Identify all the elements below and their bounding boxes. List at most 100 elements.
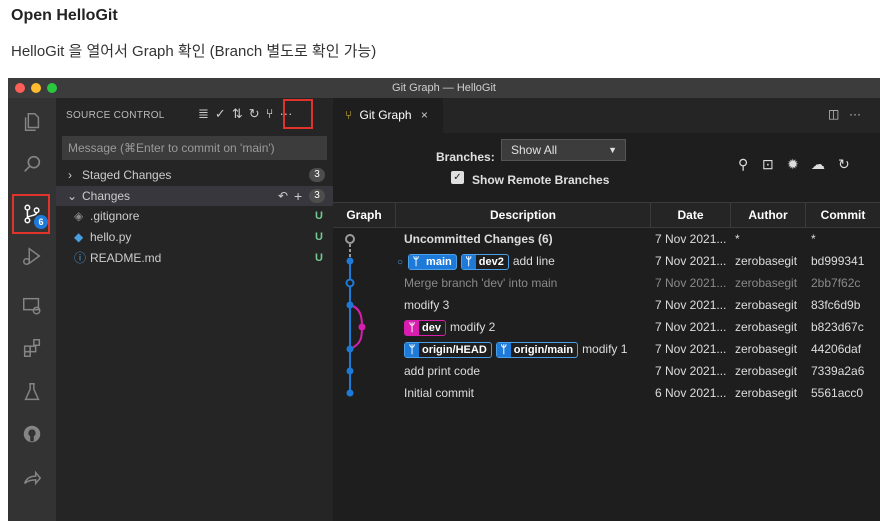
- branches-label: Branches:: [436, 150, 495, 164]
- table-row[interactable]: Initial commit 6 Nov 2021... zerobasegit…: [333, 382, 880, 404]
- commit-hash: *: [811, 232, 816, 246]
- description: add line: [512, 254, 555, 268]
- git-graph-icon[interactable]: ⑂: [266, 106, 274, 122]
- description: Uncommitted Changes (6): [404, 232, 553, 246]
- author: zerobasegit: [735, 386, 798, 400]
- description: Merge branch 'dev' into main: [404, 276, 558, 290]
- refresh-icon[interactable]: ↻: [249, 106, 260, 122]
- remote-explorer-icon[interactable]: [8, 288, 56, 324]
- extensions-icon[interactable]: [8, 330, 56, 366]
- ref-name: main: [426, 255, 452, 268]
- source-control-highlight: [12, 194, 50, 234]
- activity-bar: 6: [8, 98, 56, 521]
- changes-count-badge: 3: [309, 189, 325, 203]
- date: 7 Nov 2021...: [655, 342, 727, 356]
- stage-all-icon[interactable]: +: [294, 186, 302, 206]
- python-file-icon: ◆: [74, 230, 84, 244]
- window-title: Git Graph — HelloGit: [392, 82, 496, 94]
- commit-hash: 2bb7f62c: [811, 276, 861, 290]
- author: zerobasegit: [735, 342, 798, 356]
- commit-check-icon[interactable]: ✓: [215, 106, 226, 122]
- table-row[interactable]: modify 3 7 Nov 2021... zerobasegit 83fc6…: [333, 294, 880, 316]
- find-icon[interactable]: ⚲: [738, 156, 748, 173]
- commit-hash: 83fc6d9b: [811, 298, 861, 312]
- pull-request-icon[interactable]: ⇅: [232, 106, 243, 122]
- date: 7 Nov 2021...: [655, 232, 727, 246]
- commit-hash: bd999341: [811, 254, 865, 268]
- date: 6 Nov 2021...: [655, 386, 727, 400]
- file-name: hello.py: [90, 230, 132, 244]
- title-bar: Git Graph — HelloGit: [8, 78, 880, 98]
- table-row[interactable]: Merge branch 'dev' into main 7 Nov 2021.…: [333, 272, 880, 294]
- testing-icon[interactable]: [8, 374, 56, 410]
- author: zerobasegit: [735, 298, 798, 312]
- author: zerobasegit: [735, 320, 798, 334]
- head-indicator-icon: ○: [397, 257, 404, 268]
- table-row[interactable]: add print code 7 Nov 2021... zerobasegit…: [333, 360, 880, 382]
- run-debug-icon[interactable]: [8, 238, 56, 274]
- refresh-icon[interactable]: ↻: [838, 156, 850, 173]
- git-graph-button-highlight: [283, 99, 313, 129]
- author: zerobasegit: [735, 364, 798, 378]
- commit-message-input[interactable]: Message (⌘Enter to commit on 'main'): [62, 136, 327, 160]
- commit-hash: b823d67c: [811, 320, 864, 334]
- staged-changes-header[interactable]: › Staged Changes 3: [56, 165, 333, 185]
- file-status: U: [315, 231, 323, 243]
- settings-icon[interactable]: ✹: [787, 156, 799, 173]
- description: add print code: [404, 364, 481, 378]
- maximize-window-button[interactable]: [47, 83, 57, 93]
- tab-git-graph[interactable]: ⑂ Git Graph ×: [333, 98, 443, 133]
- file-status: U: [315, 210, 323, 222]
- sidebar-title: SOURCE CONTROL: [66, 110, 165, 121]
- ref-list: ᛘ dev modify 2: [404, 316, 495, 338]
- column-header-commit: Commit: [820, 208, 866, 222]
- branch-icon: ᛘ: [496, 342, 511, 357]
- branch-ref-dev2[interactable]: ᛘ dev2: [460, 253, 509, 270]
- table-row[interactable]: ᛘ origin/HEAD ᛘ origin/main modify 1 7 Nov 2…: [333, 338, 880, 360]
- file-item-readme[interactable]: ⓘ README.md U: [56, 248, 333, 268]
- branch-icon: ᛘ: [405, 320, 419, 335]
- file-item-gitignore[interactable]: ◈ .gitignore U: [56, 206, 333, 226]
- page-heading: Open HelloGit: [11, 7, 118, 24]
- staged-changes-label: Staged Changes: [82, 168, 172, 182]
- remote-ref-origin-head[interactable]: ᛘ origin/HEAD: [404, 341, 492, 358]
- view-as-tree-icon[interactable]: ≣: [198, 106, 209, 122]
- fetch-icon[interactable]: ☁: [811, 156, 825, 173]
- close-window-button[interactable]: [15, 83, 25, 93]
- split-editor-icon[interactable]: ◫: [828, 107, 839, 121]
- table-row[interactable]: Uncommitted Changes (6) 7 Nov 2021... * …: [333, 228, 880, 250]
- ref-list: ᛘ origin/HEAD ᛘ origin/main modify 1: [404, 338, 627, 360]
- terminal-icon[interactable]: ⊡: [762, 156, 774, 173]
- date: 7 Nov 2021...: [655, 320, 727, 334]
- tab-label: Git Graph: [359, 108, 412, 122]
- file-item-hello-py[interactable]: ◆ hello.py U: [56, 227, 333, 247]
- github-icon[interactable]: [8, 416, 56, 452]
- branch-ref-main[interactable]: ᛘ main: [408, 253, 457, 270]
- remote-branches-label: Show Remote Branches: [472, 173, 610, 187]
- minimize-window-button[interactable]: [31, 83, 41, 93]
- author: zerobasegit: [735, 276, 798, 290]
- gitignore-file-icon: ◈: [74, 209, 84, 223]
- close-tab-icon[interactable]: ×: [421, 108, 428, 122]
- branch-icon: ᛘ: [461, 254, 476, 269]
- table-row[interactable]: ○ ᛘ main ᛘ dev2 add line 7 Nov 2021... zeroba…: [333, 250, 880, 272]
- editor-more-icon[interactable]: ···: [849, 107, 861, 121]
- staged-count-badge: 3: [309, 168, 325, 182]
- column-header-graph: Graph: [333, 203, 396, 228]
- changes-header[interactable]: ⌄ Changes ↶ + 3: [56, 186, 333, 206]
- discard-all-icon[interactable]: ↶: [278, 186, 288, 206]
- branch-ref-dev[interactable]: ᛘ dev: [404, 319, 446, 336]
- description: modify 1: [582, 342, 628, 356]
- branches-select[interactable]: Show All ▼: [501, 139, 626, 161]
- ref-list: ○ ᛘ main ᛘ dev2 add line: [397, 250, 555, 272]
- remote-branches-checkbox[interactable]: ✓: [451, 171, 464, 184]
- chevron-right-icon: ›: [68, 168, 72, 182]
- column-header-date: Date: [651, 203, 731, 228]
- explorer-icon[interactable]: [8, 104, 56, 140]
- remote-ref-origin-main[interactable]: ᛘ origin/main: [495, 341, 579, 358]
- search-icon[interactable]: [8, 146, 56, 182]
- column-header-description: Description: [396, 203, 651, 228]
- author: zerobasegit: [735, 254, 798, 268]
- table-row[interactable]: ᛘ dev modify 2 7 Nov 2021... zerobasegit b…: [333, 316, 880, 338]
- live-share-icon[interactable]: [8, 460, 56, 496]
